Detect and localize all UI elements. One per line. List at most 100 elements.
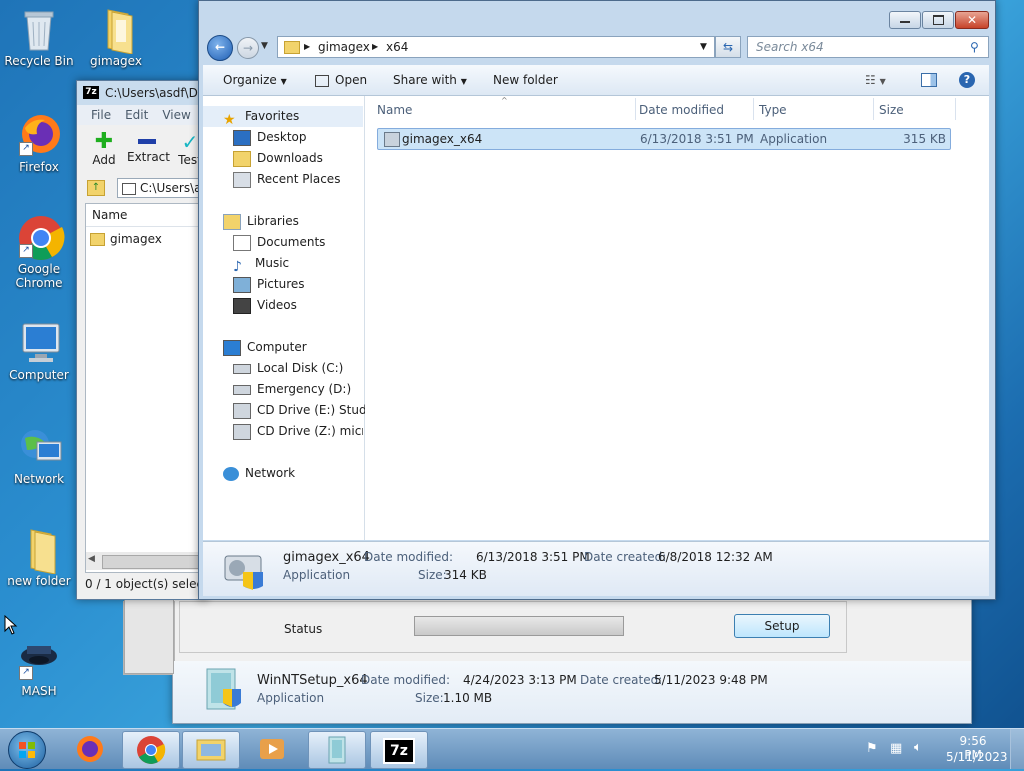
open-label: Open bbox=[335, 73, 368, 87]
share-with-button[interactable]: Share with ▼ bbox=[393, 65, 467, 97]
desktop-icon-network[interactable]: Network bbox=[3, 424, 75, 486]
file-row[interactable]: gimagex_x64 6/13/2018 3:51 PM Applicatio… bbox=[377, 128, 951, 150]
mash-icon: ↗ bbox=[17, 636, 61, 680]
firefox-icon: ↗ bbox=[17, 112, 61, 156]
nav-downloads-label: Downloads bbox=[257, 151, 323, 165]
preview-pane-icon[interactable] bbox=[921, 73, 937, 87]
setup-window: Status Setup WinNTSetup_x64 Application … bbox=[123, 596, 972, 724]
taskbar-explorer[interactable] bbox=[182, 731, 240, 769]
clock-date[interactable]: 5/11/2023 bbox=[946, 750, 1008, 764]
folder-icon bbox=[17, 526, 61, 575]
column-header-name[interactable]: Name bbox=[86, 204, 208, 227]
nav-cd-drive-z[interactable]: CD Drive (Z:) micro1 bbox=[233, 421, 363, 442]
shortcut-arrow-icon: ↗ bbox=[19, 666, 33, 680]
maximize-button[interactable] bbox=[922, 11, 954, 29]
search-icon[interactable]: ⚲ bbox=[970, 37, 979, 57]
nav-recent-places[interactable]: Recent Places bbox=[233, 169, 340, 190]
nav-desktop[interactable]: Desktop bbox=[233, 127, 307, 148]
recent-pages-dropdown-icon[interactable]: ▼ bbox=[261, 41, 268, 51]
nav-pictures[interactable]: Pictures bbox=[233, 274, 305, 295]
show-desktop-button[interactable] bbox=[1010, 729, 1024, 769]
search-placeholder: Search x64 bbox=[756, 40, 824, 54]
nav-favorites[interactable]: ★ Favorites bbox=[203, 106, 363, 128]
taskbar-media-player[interactable] bbox=[244, 731, 300, 767]
desktop-icon-gimagex[interactable]: gimagex bbox=[80, 6, 152, 68]
details-name: WinNTSetup_x64 bbox=[257, 673, 368, 688]
column-header-type[interactable]: Type bbox=[759, 100, 875, 120]
nav-emergency-d[interactable]: Emergency (D:) bbox=[233, 379, 351, 400]
scroll-left-icon[interactable]: ◀ bbox=[88, 554, 95, 564]
nav-local-disk-c[interactable]: Local Disk (C:) bbox=[233, 358, 343, 379]
nav-network[interactable]: Network bbox=[223, 463, 295, 484]
minimize-button[interactable] bbox=[889, 11, 921, 29]
breadcrumb-separator-icon: ▶ bbox=[372, 42, 379, 51]
desktop-icon-mash[interactable]: ↗ MASH bbox=[3, 636, 75, 698]
close-button[interactable]: ✕ bbox=[955, 11, 989, 29]
start-button[interactable] bbox=[8, 731, 46, 769]
desktop-icon-label: Network bbox=[13, 472, 65, 486]
forward-button[interactable]: → bbox=[237, 37, 259, 59]
folder-icon bbox=[90, 233, 105, 246]
nav-network-label: Network bbox=[245, 466, 296, 480]
explorer-window: ✕ ← → ▼ ▶ gimagex ▶ x64 ▼ ⇆ Search x64 ⚲… bbox=[198, 0, 996, 600]
menu-edit[interactable]: Edit bbox=[125, 108, 148, 122]
desktop-icon-recycle-bin[interactable]: Recycle Bin bbox=[3, 6, 75, 68]
seven-zip-path-field[interactable]: C:\Users\as bbox=[117, 178, 209, 198]
back-button[interactable]: ← bbox=[207, 35, 233, 61]
nav-documents[interactable]: Documents bbox=[233, 232, 325, 253]
address-bar[interactable]: ▶ gimagex ▶ x64 ▼ bbox=[277, 36, 715, 58]
scroll-thumb[interactable] bbox=[102, 555, 204, 569]
seven-zip-title: C:\Users\asdf\Do bbox=[105, 86, 206, 100]
details-size-value: 1.10 MB bbox=[443, 691, 493, 705]
nav-downloads[interactable]: Downloads bbox=[233, 148, 323, 169]
new-folder-button[interactable]: New folder bbox=[493, 65, 558, 95]
column-size-label: Size bbox=[879, 103, 904, 117]
desktop-icon-computer[interactable]: Computer bbox=[3, 320, 75, 382]
taskbar-seven-zip[interactable]: 7z bbox=[370, 731, 428, 769]
column-header-size[interactable]: Size bbox=[879, 100, 955, 120]
address-dropdown-icon[interactable]: ▼ bbox=[700, 37, 707, 57]
taskbar-winntsetup[interactable] bbox=[308, 731, 366, 769]
add-button[interactable]: ✚ Add bbox=[87, 131, 121, 168]
column-header-label: Name bbox=[92, 208, 128, 222]
setup-details-pane: WinNTSetup_x64 Application Date modified… bbox=[173, 661, 971, 723]
setup-button[interactable]: Setup bbox=[734, 614, 830, 638]
list-item[interactable]: gimagex bbox=[90, 230, 162, 248]
refresh-button[interactable]: ⇆ bbox=[715, 36, 741, 58]
extract-icon bbox=[138, 139, 156, 144]
nav-cd-drive-e[interactable]: CD Drive (E:) Studio bbox=[233, 400, 377, 421]
help-icon[interactable]: ? bbox=[959, 72, 975, 88]
desktop-icon-new-folder[interactable]: new folder bbox=[3, 526, 75, 588]
horizontal-scrollbar[interactable]: ◀ bbox=[86, 552, 208, 570]
column-header-date[interactable]: Date modified bbox=[639, 100, 755, 120]
action-center-icon[interactable]: ⚑ bbox=[866, 741, 878, 756]
extract-button[interactable]: Extract bbox=[127, 131, 170, 164]
nav-libraries[interactable]: Libraries bbox=[223, 211, 299, 232]
desktop-icon-label: Firefox bbox=[19, 160, 59, 174]
menu-file[interactable]: File bbox=[91, 108, 111, 122]
desktop-icon-chrome[interactable]: ↗ Google Chrome bbox=[3, 214, 75, 290]
nav-music[interactable]: ♪ Music bbox=[233, 253, 289, 275]
nav-libraries-label: Libraries bbox=[247, 214, 299, 228]
seven-zip-pathbar: ↑ C:\Users\as bbox=[77, 177, 209, 199]
details-pane: gimagex_x64 Application Date modified: 6… bbox=[203, 541, 989, 596]
view-options-button[interactable]: ☷ ▼ bbox=[865, 65, 886, 97]
column-name-label: Name bbox=[377, 103, 413, 117]
taskbar-chrome[interactable] bbox=[122, 731, 180, 769]
desktop-icon-firefox[interactable]: ↗ Firefox bbox=[3, 112, 75, 174]
open-button[interactable]: Open bbox=[315, 65, 367, 95]
breadcrumb-x64[interactable]: x64 bbox=[386, 37, 408, 57]
up-folder-icon[interactable]: ↑ bbox=[87, 180, 105, 196]
network-status-icon[interactable]: ▦ bbox=[890, 741, 902, 756]
chrome-icon bbox=[137, 736, 166, 764]
column-header-name[interactable]: Name bbox=[377, 100, 635, 120]
nav-computer[interactable]: Computer bbox=[223, 337, 307, 358]
search-box[interactable]: Search x64 ⚲ bbox=[747, 36, 989, 58]
volume-muted-icon[interactable]: 🔈︎ bbox=[914, 740, 922, 755]
list-item-name: gimagex bbox=[110, 232, 162, 246]
nav-videos[interactable]: Videos bbox=[233, 295, 297, 316]
taskbar-firefox[interactable] bbox=[62, 731, 118, 767]
menu-view[interactable]: View bbox=[162, 108, 190, 122]
organize-button[interactable]: Organize ▼ bbox=[223, 65, 287, 97]
breadcrumb-gimagex[interactable]: gimagex bbox=[318, 37, 370, 57]
